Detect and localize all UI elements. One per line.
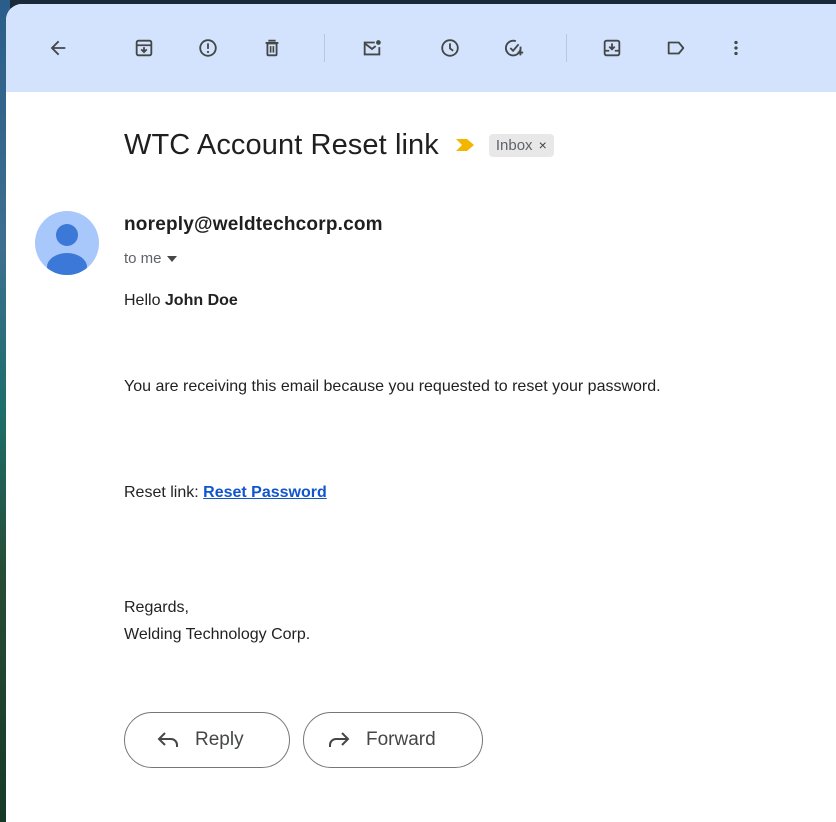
closing: Regards, [124,599,189,616]
forward-icon [329,732,350,747]
move-to-icon[interactable] [592,28,632,68]
importance-marker-icon[interactable] [455,138,475,152]
report-spam-icon[interactable] [188,28,228,68]
email-subject: WTC Account Reset link [124,128,439,161]
greeting-prefix: Hello [124,292,165,309]
greeting: Hello John Doe [124,292,238,310]
add-task-icon[interactable] [494,28,534,68]
forward-button[interactable]: Forward [303,712,483,768]
reset-password-link[interactable]: Reset Password [203,484,327,501]
reply-button[interactable]: Reply [124,712,290,768]
archive-icon[interactable] [124,28,164,68]
signature: Welding Technology Corp. [124,626,311,643]
toolbar-divider [566,34,567,62]
back-arrow-icon[interactable] [38,28,78,68]
recipient-label: to me [124,250,162,267]
label-text: Inbox [495,136,533,154]
sender-address[interactable]: noreply@weldtechcorp.com [124,214,383,236]
recipient-name: John Doe [164,292,238,309]
reply-label: Reply [195,729,244,750]
recipient-details-toggle[interactable]: to me [124,250,177,267]
sender-avatar[interactable] [35,211,99,275]
caret-down-icon [166,255,177,262]
snooze-icon[interactable] [430,28,470,68]
label-icon[interactable] [656,28,696,68]
subject-row: WTC Account Reset link Inbox × [124,122,554,168]
inbox-label-chip: Inbox × [488,133,554,157]
reply-icon [157,732,178,747]
forward-label: Forward [366,729,436,750]
email-window: WTC Account Reset link Inbox × noreply@w… [6,4,836,822]
email-toolbar [6,4,836,92]
delete-icon[interactable] [252,28,292,68]
remove-label-button[interactable]: × [539,137,547,153]
body-paragraph: You are receiving this email because you… [124,378,661,395]
reset-link-prefix: Reset link: [124,484,204,501]
mark-unread-icon[interactable] [352,28,392,68]
toolbar-divider [324,34,325,62]
more-icon[interactable] [716,28,756,68]
reset-link-line: Reset link: Reset Password [124,484,327,502]
